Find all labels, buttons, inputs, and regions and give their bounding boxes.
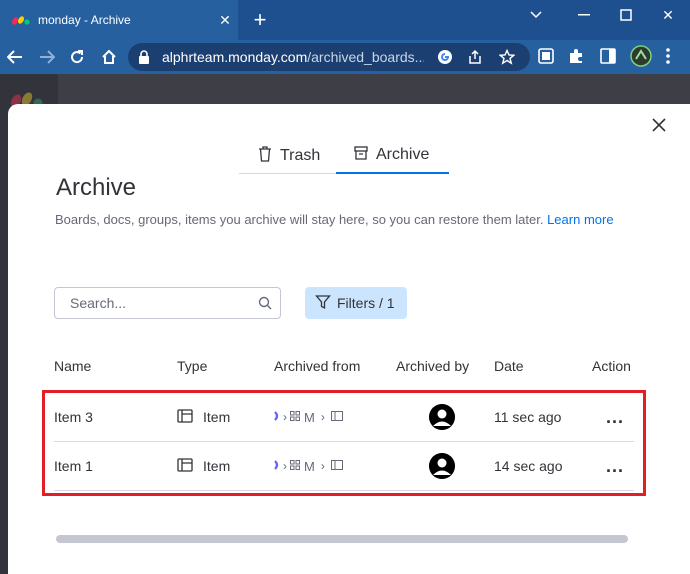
extensions-puzzle-icon[interactable]: [566, 46, 586, 66]
row-archived-by: [429, 393, 455, 441]
monday-favicon-icon: [11, 12, 30, 28]
browser-tab-strip: monday - Archive ✕ + ✕: [0, 0, 690, 40]
reload-icon[interactable]: [64, 45, 90, 69]
row-date: 11 sec ago: [494, 409, 562, 425]
row-type-label: Item: [203, 409, 231, 425]
row-divider: [54, 490, 634, 491]
column-header-action: Action: [592, 358, 631, 374]
workspace-icon: [274, 459, 280, 473]
breadcrumb-chevron-icon: ›: [283, 459, 287, 473]
board-name: M: [304, 458, 315, 474]
search-input[interactable]: Search...: [54, 287, 281, 319]
column-header-date: Date: [494, 358, 524, 374]
modal-tabs: Trash Archive: [239, 138, 449, 174]
url-text: alphrteam.monday.com/archived_boards...: [162, 49, 424, 65]
row-date: 14 sec ago: [494, 458, 563, 474]
item-type-icon: [177, 457, 193, 475]
browser-tab[interactable]: monday - Archive ✕: [0, 0, 238, 40]
home-icon[interactable]: [96, 45, 122, 69]
row-archived-by: [429, 442, 455, 490]
group-icon: [330, 459, 343, 473]
address-bar[interactable]: alphrteam.monday.com/archived_boards...: [128, 43, 530, 71]
learn-more-link[interactable]: Learn more: [547, 212, 613, 227]
filters-button[interactable]: Filters / 1: [305, 287, 407, 319]
archive-description: Boards, docs, groups, items you archive …: [55, 208, 615, 232]
row-archived-from[interactable]: › M ›: [274, 393, 369, 441]
group-icon: [330, 410, 343, 424]
column-header-archived-by: Archived by: [396, 358, 470, 374]
breadcrumb-chevron-icon: ›: [320, 459, 325, 473]
workspace-icon: [274, 410, 280, 424]
new-tab-button[interactable]: +: [248, 6, 272, 34]
page-title: Archive: [56, 174, 137, 201]
row-action-menu-button[interactable]: ...: [606, 442, 624, 490]
tab-trash-label: Trash: [280, 147, 321, 164]
trash-icon: [258, 145, 272, 167]
back-icon[interactable]: [2, 45, 28, 69]
filters-label: Filters / 1: [337, 295, 395, 311]
column-header-type: Type: [177, 358, 208, 374]
row-name[interactable]: Item 1: [54, 442, 93, 490]
tab-title: monday - Archive: [38, 13, 131, 27]
archive-icon: [354, 145, 368, 165]
horizontal-scrollbar[interactable]: [56, 535, 628, 543]
window-close-icon[interactable]: ✕: [648, 0, 688, 30]
lock-icon: [138, 50, 152, 64]
breadcrumb-chevron-icon: ›: [320, 410, 325, 424]
table-row[interactable]: Item 3 Item › M › 11 sec ago ...: [54, 393, 634, 441]
breadcrumb-chevron-icon: ›: [283, 410, 287, 424]
tab-trash[interactable]: Trash: [258, 138, 342, 174]
forward-icon[interactable]: [34, 45, 60, 69]
maximize-icon[interactable]: [606, 0, 646, 30]
filter-funnel-icon: [315, 294, 331, 313]
item-type-icon: [177, 408, 193, 426]
user-avatar-icon: [429, 404, 455, 430]
archive-modal: Trash Archive Archive Boards, docs, grou…: [8, 104, 690, 574]
column-header-archived-from: Archived from: [274, 358, 361, 374]
search-icon: [250, 296, 280, 310]
table-row[interactable]: Item 1 Item › M › 14 sec ago ...: [54, 442, 634, 490]
column-header-name: Name: [54, 358, 92, 374]
row-archived-from[interactable]: › M ›: [274, 442, 369, 490]
board-grid-icon: [290, 459, 300, 473]
browser-menu-icon[interactable]: [658, 46, 678, 66]
modal-close-icon[interactable]: [648, 114, 670, 136]
side-panel-icon[interactable]: [598, 46, 618, 66]
row-action-menu-button[interactable]: ...: [606, 393, 624, 441]
browser-toolbar: alphrteam.monday.com/archived_boards...: [0, 40, 690, 74]
row-type-label: Item: [203, 458, 231, 474]
row-type: Item: [177, 393, 230, 441]
google-icon[interactable]: [436, 48, 454, 66]
search-placeholder: Search...: [70, 295, 127, 311]
bookmark-star-icon[interactable]: [498, 48, 516, 66]
tab-archive-label: Archive: [376, 146, 430, 163]
description-text: Boards, docs, groups, items you archive …: [55, 212, 544, 227]
share-icon[interactable]: [466, 48, 484, 66]
row-name[interactable]: Item 3: [54, 393, 93, 441]
board-name: M: [304, 409, 315, 425]
reader-extension-icon[interactable]: [536, 46, 556, 66]
tab-search-chevron-icon[interactable]: [516, 0, 556, 30]
tab-archive[interactable]: Archive: [336, 138, 449, 174]
minimize-icon[interactable]: [564, 0, 604, 30]
row-type: Item: [177, 442, 230, 490]
user-avatar-icon: [429, 453, 455, 479]
profile-avatar-icon[interactable]: [630, 45, 652, 67]
tab-close-icon[interactable]: ✕: [212, 12, 238, 29]
board-grid-icon: [290, 410, 300, 424]
